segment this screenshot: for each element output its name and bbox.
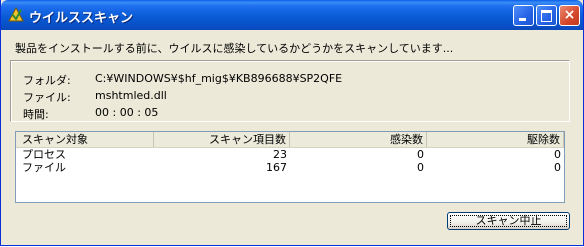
list-header: スキャン対象 スキャン項目数 感染数 駆除数 [16,132,564,148]
minimize-icon [519,18,526,21]
row-item-count: 167 [266,161,287,174]
maximize-icon [541,10,552,22]
column-header-infected[interactable]: 感染数 [290,132,427,147]
maximize-button[interactable] [536,5,557,26]
scan-info-group: フォルダ: C:¥WINDOWS¥$hf_mig$¥KB896688¥SP2QF… [10,60,570,122]
window-title: ウイルススキャン [29,11,134,26]
row-infected: 0 [417,148,424,161]
title-bar[interactable]: ウイルススキャン × [1,0,583,30]
table-row[interactable]: プロセス 23 0 0 [16,148,564,161]
time-label: 時間: [23,108,49,121]
table-row[interactable]: ファイル 167 0 0 [16,161,564,174]
stop-scan-button[interactable]: スキャン中止 [447,212,570,230]
scan-results-list[interactable]: スキャン対象 スキャン項目数 感染数 駆除数 プロセス 23 0 0 ファイル … [15,131,565,203]
focus-ring [450,215,567,227]
row-infected: 0 [417,161,424,174]
row-item-count: 23 [273,148,287,161]
folder-label: フォルダ: [23,74,71,87]
close-button[interactable]: × [559,5,580,26]
minimize-button[interactable] [513,5,534,26]
column-header-removed[interactable]: 駆除数 [427,132,564,147]
row-target: プロセス [22,148,66,161]
row-removed: 0 [554,161,561,174]
row-target: ファイル [22,161,66,174]
status-message: 製品をインストールする前に、ウイルスに感染しているかどうかをスキャンしています.… [15,42,454,55]
close-icon: × [563,7,576,23]
antivirus-scan-icon [8,6,24,22]
time-value: 00 : 00 : 05 [95,106,159,119]
file-value: mshtmled.dll [95,89,167,102]
row-removed: 0 [554,148,561,161]
folder-value: C:¥WINDOWS¥$hf_mig$¥KB896688¥SP2QFE [95,72,343,85]
column-header-target[interactable]: スキャン対象 [16,132,154,147]
file-label: ファイル: [23,91,71,104]
scan-dialog: ウイルススキャン × 製品をインストールする前に、ウイルスに感染しているかどうか… [0,0,584,246]
column-header-item-count[interactable]: スキャン項目数 [154,132,290,147]
